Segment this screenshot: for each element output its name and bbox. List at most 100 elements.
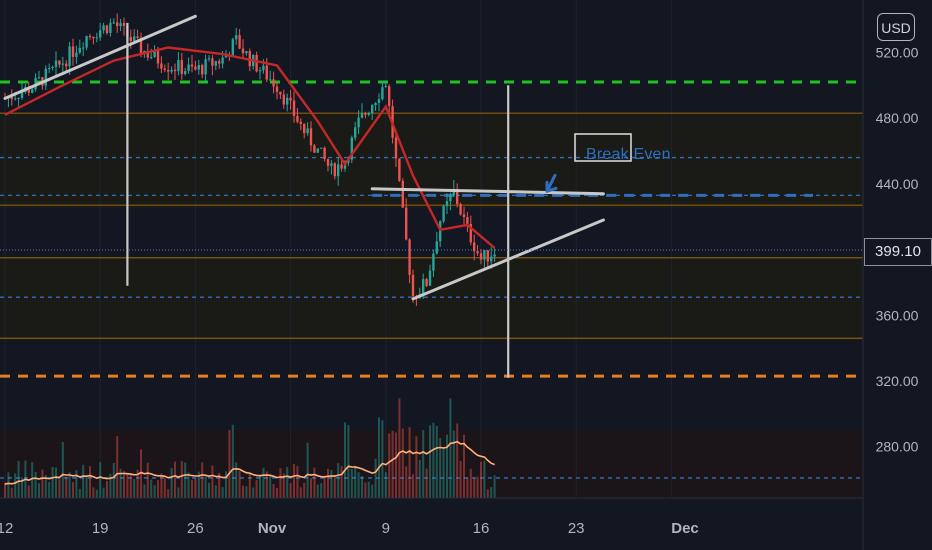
volume-bar (262, 467, 265, 498)
volume-bar (405, 466, 408, 498)
candle-body (371, 105, 374, 114)
volume-bar (425, 468, 428, 498)
volume-bar (479, 461, 483, 498)
candle-body (337, 164, 340, 177)
volume-bar (41, 469, 44, 498)
candle-body (201, 65, 204, 75)
candle-body (296, 115, 299, 122)
candle-body (320, 147, 323, 149)
volume-bar (173, 461, 177, 498)
candle-body (306, 128, 309, 134)
volume-bar (167, 489, 170, 498)
volume-bar (347, 425, 350, 498)
candle-body (187, 64, 190, 72)
candle-body (156, 50, 160, 64)
volume-bar (388, 433, 391, 498)
candle-body (112, 22, 115, 24)
volume-bar (306, 442, 309, 498)
volume-bar (194, 478, 197, 498)
time-tick-label: 12 (0, 520, 13, 537)
volume-bar (248, 474, 251, 498)
volume-bar (469, 468, 472, 498)
volume-bar (309, 478, 313, 498)
currency-button[interactable]: USD (877, 13, 915, 41)
volume-bar (374, 458, 377, 498)
volume-bar (235, 462, 238, 498)
volume-bar (442, 446, 445, 498)
candle-body (398, 158, 401, 181)
candle-body (388, 86, 391, 107)
candle-body (109, 22, 112, 33)
volume-bar (190, 479, 194, 498)
candle-body (445, 201, 449, 207)
candle-body (476, 251, 479, 254)
candle-body (272, 79, 275, 87)
volume-bar (326, 468, 330, 498)
time-tick-label: Dec (671, 520, 699, 537)
candle-body (221, 57, 224, 64)
volume-bar (17, 460, 20, 498)
candle-body (309, 128, 313, 146)
volume-bar (7, 472, 10, 498)
candle-body (170, 69, 173, 72)
candle-body (442, 206, 445, 222)
candle-body (241, 48, 245, 54)
candle-body (364, 113, 367, 115)
time-tick-label: 16 (473, 520, 490, 537)
candle-body (238, 35, 241, 49)
volume-bar (275, 487, 279, 498)
volume-bar (126, 473, 129, 498)
candle-body (102, 25, 105, 31)
candle-body (194, 66, 197, 70)
volume-bar (252, 487, 255, 498)
volume-bar (323, 475, 326, 498)
candle-body (377, 99, 381, 103)
candle-body (99, 30, 102, 38)
candle-body (316, 148, 319, 153)
candle-body (479, 253, 483, 260)
volume-bar (333, 474, 336, 498)
volume-bar (180, 461, 183, 498)
volume-bar (371, 484, 374, 498)
volume-bar (231, 424, 234, 498)
candle-body (462, 214, 466, 217)
volume-bar (214, 485, 217, 498)
price-tick-label: 480.00 (876, 110, 919, 126)
volume-bar (289, 483, 292, 498)
volume-bar (493, 475, 496, 498)
candle-body (425, 279, 428, 286)
candle-body (269, 79, 272, 81)
candle-body (279, 91, 282, 95)
candle-body (289, 97, 292, 101)
volume-bar (320, 483, 323, 498)
zone-band-lower (0, 258, 863, 340)
time-tick-label: 19 (92, 520, 109, 537)
volume-bar (156, 480, 160, 498)
candle-body (214, 61, 217, 66)
candle-body (262, 65, 265, 71)
volume-bar (364, 482, 367, 498)
zone-band-upper (0, 112, 863, 208)
volume-bar (122, 470, 126, 498)
volume-bar (401, 428, 404, 498)
last-price-label: 399.10 (864, 238, 932, 266)
volume-bar (201, 462, 204, 498)
candle-body (48, 67, 51, 69)
volume-bar (411, 474, 415, 498)
volume-bar (65, 476, 68, 498)
volume-bar (272, 483, 275, 498)
candle-body (326, 159, 330, 166)
candle-body (78, 47, 81, 53)
candle-body (286, 97, 289, 105)
price-chart[interactable]: 520.00 480.00 440.00 360.00 320.00 280.00 12 1… (0, 0, 932, 550)
volume-bar (343, 422, 347, 498)
volume-bar (466, 477, 469, 498)
volume-bar (456, 423, 459, 498)
volume-bar (88, 466, 92, 498)
candle-body (37, 77, 41, 79)
candle-body (129, 36, 132, 42)
volume-bar (486, 489, 489, 498)
price-tick-label: 440.00 (876, 176, 919, 192)
candle-body (119, 23, 122, 27)
volume-bar (245, 486, 248, 498)
